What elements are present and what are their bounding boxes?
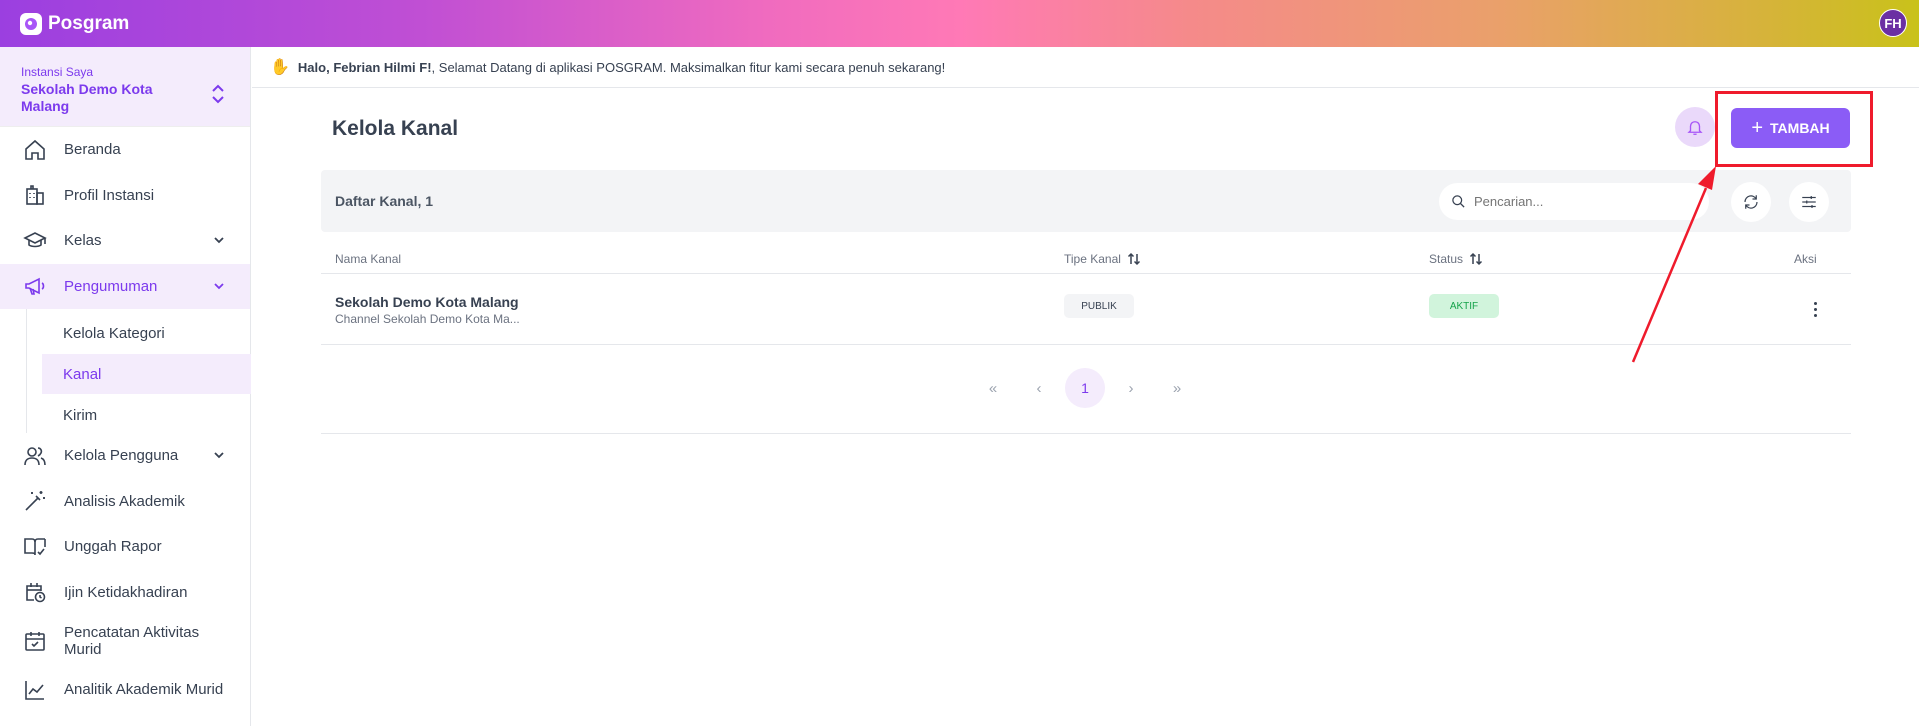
more-options-icon[interactable]	[1806, 298, 1824, 320]
refresh-icon	[1744, 195, 1758, 209]
submenu-item-kelola-kategori[interactable]: Kelola Kategori	[42, 313, 251, 353]
sidebar-item-label: Kelas	[64, 232, 102, 250]
sidebar-item-label: Beranda	[64, 141, 121, 159]
list-title: Daftar Kanal, 1	[335, 193, 434, 209]
welcome-message: , Selamat Datang di aplikasi POSGRAM. Ma…	[431, 59, 946, 75]
waving-hand-icon: ✋	[270, 59, 290, 76]
home-icon	[25, 139, 45, 160]
submenu-divider	[26, 309, 27, 433]
column-label: Tipe Kanal	[1064, 252, 1121, 266]
line-chart-icon	[25, 680, 44, 700]
column-header-status[interactable]: Status	[1429, 252, 1483, 266]
column-header-name: Nama Kanal	[335, 252, 401, 266]
search-icon	[1452, 195, 1465, 208]
sidebar-item-pencatatan-aktivitas-murid[interactable]: Pencatatan Aktivitas Murid	[0, 615, 250, 667]
pagination: « ‹ 1 › »	[321, 364, 1851, 434]
avatar[interactable]: FH	[1879, 9, 1907, 37]
filter-button[interactable]	[1789, 182, 1829, 222]
top-bar: Posgram FH	[0, 0, 1919, 47]
sort-icon	[1470, 252, 1483, 266]
channel-name: Sekolah Demo Kota Malang	[335, 294, 519, 310]
brand[interactable]: Posgram	[20, 12, 130, 35]
calendar-check-icon	[25, 632, 45, 651]
sidebar-item-kelas[interactable]: Kelas	[0, 218, 250, 264]
sidebar-item-label: Ijin Ketidakhadiran	[64, 583, 188, 601]
type-badge: PUBLIK	[1064, 294, 1134, 318]
page-button-current[interactable]: 1	[1065, 368, 1105, 408]
page-title: Kelola Kanal	[332, 117, 459, 140]
sidebar-item-kelola-pengguna[interactable]: Kelola Pengguna	[0, 433, 250, 479]
chevron-down-icon	[214, 237, 224, 244]
sidebar-item-unggah-rapor[interactable]: Unggah Rapor	[0, 524, 250, 570]
sidebar-item-label: Pencatatan Aktivitas Murid	[64, 624, 200, 658]
status-badge: AKTIF	[1429, 294, 1499, 318]
list-header: Daftar Kanal, 1	[321, 170, 1851, 232]
sidebar-item-label: Analisis Akademik	[64, 492, 185, 510]
sidebar-item-beranda[interactable]: Beranda	[0, 127, 250, 173]
column-label: Nama Kanal	[335, 252, 402, 266]
sidebar-item-label: Analitik Akademik Murid	[64, 681, 224, 699]
submenu-item-kanal[interactable]: Kanal	[42, 354, 251, 394]
channel-description: Channel Sekolah Demo Kota Ma...	[335, 312, 520, 326]
table-header: Nama Kanal Tipe Kanal Status Aksi	[321, 246, 1851, 274]
search-input[interactable]	[1474, 194, 1694, 209]
app-name: Posgram	[48, 12, 130, 34]
welcome-banner: ✋ Halo, Febrian Hilmi F! , Selamat Datan…	[252, 47, 1919, 88]
chevron-down-icon	[214, 452, 224, 459]
prev-page-button[interactable]: ‹	[1019, 368, 1059, 408]
refresh-button[interactable]	[1731, 182, 1771, 222]
table-row[interactable]: Sekolah Demo Kota Malang Channel Sekolah…	[321, 274, 1851, 345]
pengumuman-submenu: Kelola Kategori Kanal Kirim	[0, 309, 251, 435]
instansi-label: Instansi Saya	[21, 65, 94, 79]
sidebar-item-label: Profil Instansi	[64, 186, 155, 204]
instansi-selector[interactable]: Instansi Saya Sekolah Demo Kota Malang	[0, 47, 250, 127]
welcome-greeting: Halo, Febrian Hilmi F!	[297, 59, 432, 75]
magic-wand-icon	[25, 491, 45, 511]
book-check-icon	[24, 537, 46, 555]
channel-table: Nama Kanal Tipe Kanal Status Aksi Sekola…	[321, 246, 1851, 345]
posgram-logo-icon	[20, 12, 42, 35]
sliders-icon	[1802, 196, 1816, 208]
users-icon	[24, 446, 46, 465]
channel-name-cell: Sekolah Demo Kota Malang Channel Sekolah…	[335, 294, 520, 326]
building-icon	[26, 185, 44, 206]
sidebar-item-profil-instansi[interactable]: Profil Instansi	[0, 173, 250, 219]
calendar-clock-icon	[26, 583, 46, 603]
chevron-up-down-icon	[212, 84, 224, 104]
graduation-cap-icon	[23, 231, 47, 248]
submenu-item-kirim[interactable]: Kirim	[42, 395, 251, 435]
search-box[interactable]	[1439, 183, 1709, 220]
column-header-type[interactable]: Tipe Kanal	[1064, 252, 1141, 266]
chevron-down-icon	[214, 282, 224, 289]
sidebar-item-ijin-ketidakhadiran[interactable]: Ijin Ketidakhadiran	[0, 570, 250, 616]
last-page-button[interactable]: »	[1157, 368, 1197, 408]
sidebar: Instansi Saya Sekolah Demo Kota Malang B…	[0, 47, 251, 726]
instansi-name: Sekolah Demo Kota Malang	[21, 81, 153, 114]
column-label: Aksi	[1794, 252, 1817, 266]
first-page-button[interactable]: «	[973, 368, 1013, 408]
bell-icon	[1687, 121, 1703, 135]
sidebar-item-label: Pengumuman	[64, 277, 158, 295]
column-header-action: Aksi	[1794, 252, 1817, 266]
highlight-box	[1715, 91, 1873, 167]
sort-icon	[1127, 252, 1140, 266]
sidebar-item-label: Unggah Rapor	[64, 538, 162, 556]
annotation-arrow	[1631, 166, 1716, 363]
sidebar-item-analisis-akademik[interactable]: Analisis Akademik	[0, 479, 250, 525]
notification-button[interactable]	[1675, 107, 1715, 147]
sidebar-item-pengumuman[interactable]: Pengumuman	[0, 263, 250, 309]
next-page-button[interactable]: ›	[1111, 368, 1151, 408]
sidebar-item-analitik-akademik-murid[interactable]: Analitik Akademik Murid	[0, 667, 250, 713]
sidebar-item-label: Kelola Pengguna	[64, 447, 179, 465]
megaphone-icon	[25, 277, 45, 296]
column-label: Status	[1429, 252, 1464, 266]
